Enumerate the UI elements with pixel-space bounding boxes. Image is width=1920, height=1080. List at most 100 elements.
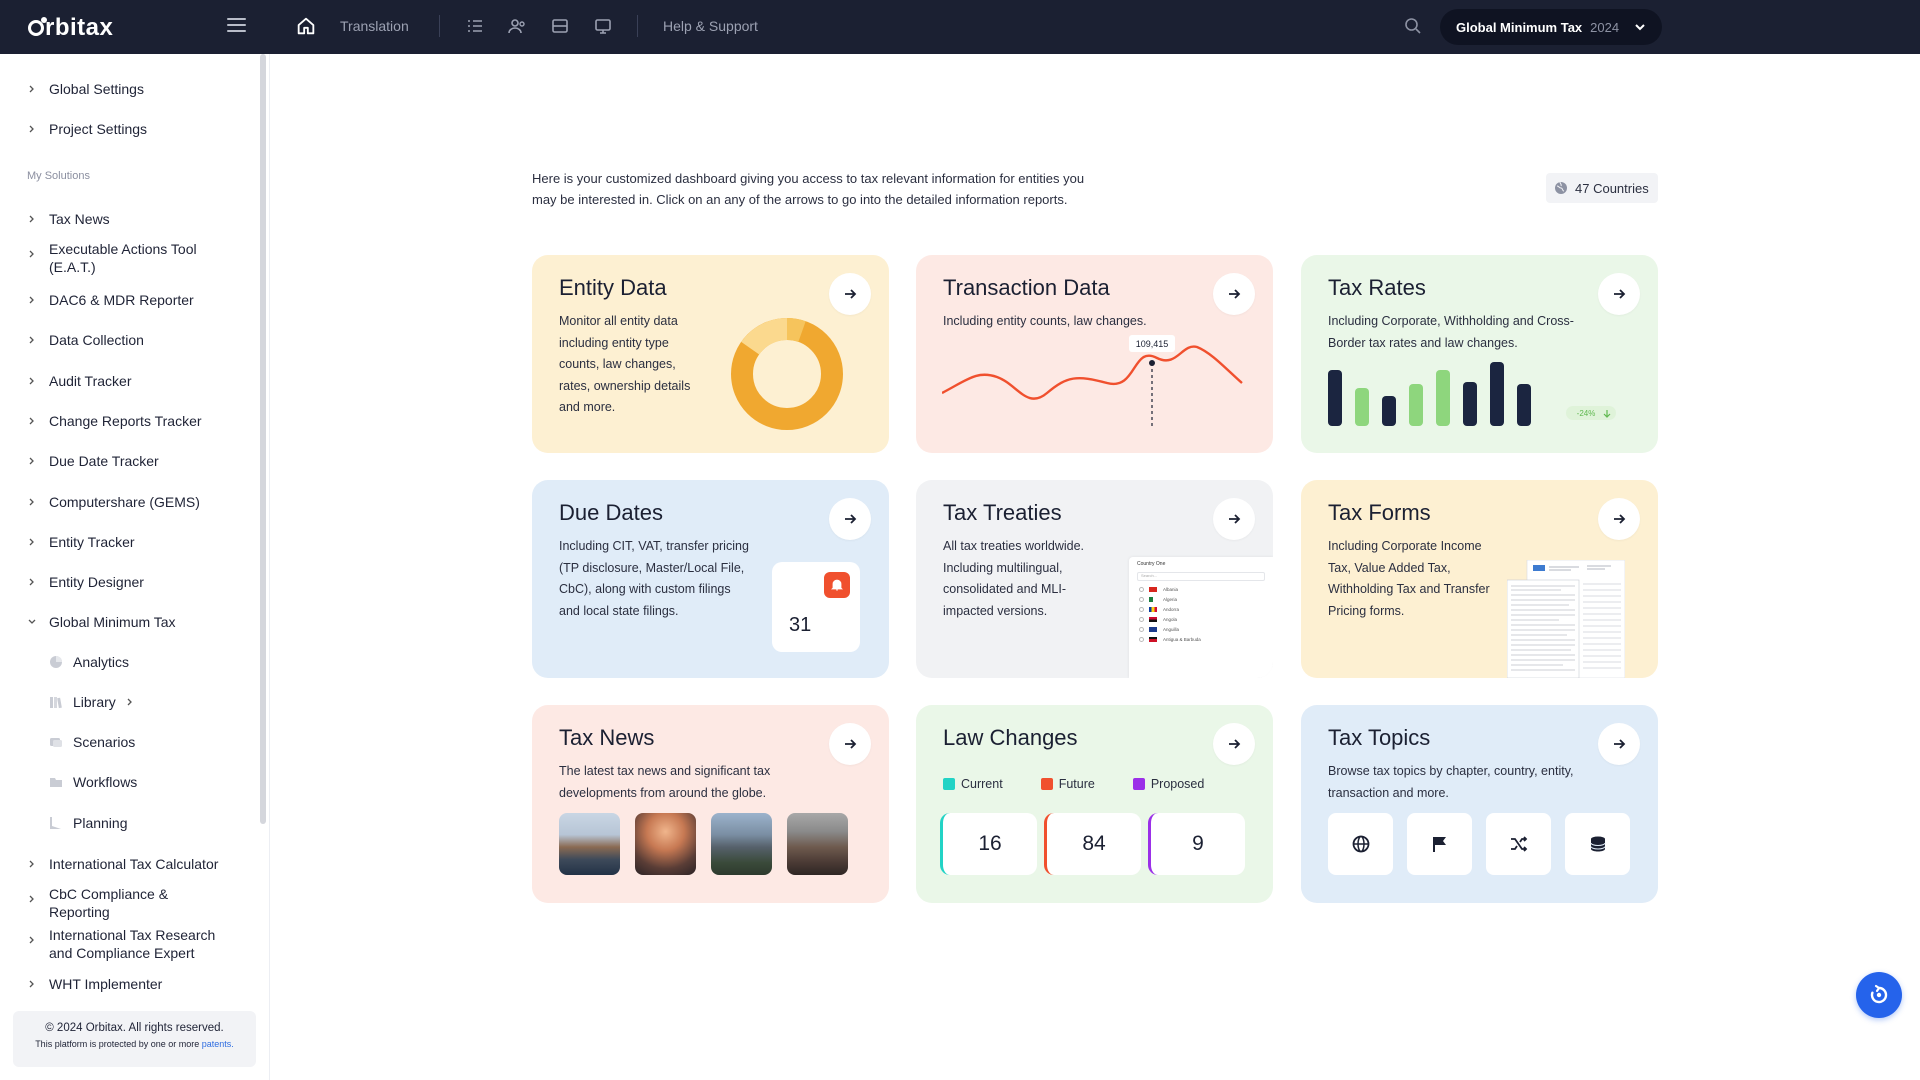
nav-translation[interactable]: Translation <box>340 18 409 34</box>
sidebar-subitem-workflows[interactable]: Workflows <box>49 774 137 790</box>
calendar-widget: 31 <box>772 562 860 652</box>
sidebar-scrollbar[interactable] <box>260 54 266 824</box>
sidebar-item-eat[interactable]: Executable Actions Tool (E.A.T.) <box>28 240 228 276</box>
arrow-right-button[interactable] <box>829 723 871 765</box>
globe-icon <box>1555 181 1567 194</box>
nav-help-support[interactable]: Help & Support <box>663 18 758 34</box>
arrow-right-button[interactable] <box>1598 723 1640 765</box>
chevron-down-icon <box>1635 24 1645 31</box>
patent-notice: This platform is protected by one or mor… <box>35 1039 200 1049</box>
sidebar-item-label: Global Settings <box>49 81 144 97</box>
bell-icon <box>831 579 843 591</box>
chevron-right-icon <box>29 336 34 344</box>
sidebar-subitem-planning[interactable]: Planning <box>49 815 128 831</box>
marker-point <box>1149 360 1155 366</box>
arrow-right-button[interactable] <box>1598 273 1640 315</box>
preview-header: Country One <box>1137 561 1166 567</box>
sidebar-item-audit-tracker[interactable]: Audit Tracker <box>28 372 248 390</box>
orbitax-logo[interactable]: rbitax <box>28 14 113 42</box>
card-transaction-data[interactable]: Transaction Data Including entity counts… <box>916 255 1273 453</box>
scenarios-icon <box>50 738 62 747</box>
legend-label: Proposed <box>1150 777 1205 791</box>
card-tax-treaties[interactable]: Tax Treaties All tax treaties worldwide.… <box>916 480 1273 678</box>
arrow-right-button[interactable] <box>1213 273 1255 315</box>
card-entity-data[interactable]: Entity Data Monitor all entity data incl… <box>532 255 889 453</box>
news-photo[interactable] <box>787 813 848 875</box>
sidebar-item-global-minimum-tax[interactable]: Global Minimum Tax <box>28 613 248 631</box>
sidebar-item-computershare[interactable]: Computershare (GEMS) <box>28 493 248 511</box>
preview-row: Angola <box>1129 614 1273 624</box>
sidebar-item-label: Due Date Tracker <box>49 453 159 469</box>
sidebar-item-entity-tracker[interactable]: Entity Tracker <box>28 533 248 551</box>
calendar-day: 31 <box>789 614 812 636</box>
topic-entity-button[interactable] <box>1565 813 1630 875</box>
treaty-preview: Country One Search... Albania Algeria An… <box>1129 557 1273 678</box>
sidebar-item-tax-news[interactable]: Tax News <box>28 210 248 228</box>
sidebar-item-change-reports[interactable]: Change Reports Tracker <box>28 412 248 430</box>
legend-future: Future <box>1040 777 1095 791</box>
logo-mark-icon <box>28 17 47 36</box>
menu-toggle-icon[interactable] <box>227 18 246 32</box>
sidebar-item-intl-tax-research[interactable]: International Tax Research and Complianc… <box>28 926 238 962</box>
preview-row: Anguilla <box>1129 624 1273 634</box>
chevron-right-icon <box>29 578 34 586</box>
topic-transaction-button[interactable] <box>1486 813 1551 875</box>
assistant-button[interactable] <box>1856 972 1902 1018</box>
sidebar-item-label: Data Collection <box>49 332 144 348</box>
sidebar-subitem-library[interactable]: Library <box>49 694 134 710</box>
card-title: Tax Rates <box>1328 275 1426 300</box>
sidebar-item-cbc-compliance[interactable]: CbC Compliance & Reporting <box>28 885 218 921</box>
arrow-right-button[interactable] <box>1213 723 1255 765</box>
sidebar-subitem-analytics[interactable]: Analytics <box>49 654 129 670</box>
patents-link[interactable]: patents. <box>202 1039 234 1049</box>
news-photo[interactable] <box>635 813 696 875</box>
news-photo[interactable] <box>559 813 620 875</box>
card-tax-rates[interactable]: Tax Rates Including Corporate, Withholdi… <box>1301 255 1658 453</box>
arrow-right-button[interactable] <box>829 273 871 315</box>
sidebar-subitem-scenarios[interactable]: Scenarios <box>49 734 135 750</box>
card-due-dates[interactable]: Due Dates Including CIT, VAT, transfer p… <box>532 480 889 678</box>
news-photo[interactable] <box>711 813 772 875</box>
solution-year: 2024 <box>1590 19 1620 35</box>
logo-text: rbitax <box>45 14 114 41</box>
topic-country-button[interactable] <box>1328 813 1393 875</box>
search-icon[interactable] <box>1403 16 1423 36</box>
chevron-right-icon <box>29 538 34 546</box>
sidebar-item-dac6[interactable]: DAC6 & MDR Reporter <box>28 291 248 309</box>
card-law-changes[interactable]: Law Changes Current Future Proposed 16 8… <box>916 705 1273 903</box>
sidebar-item-intl-tax-calculator[interactable]: International Tax Calculator <box>28 855 248 873</box>
arrow-right-button[interactable] <box>829 498 871 540</box>
solution-selector[interactable]: Global Minimum Tax 2024 <box>1440 9 1662 45</box>
sidebar-item-global-settings[interactable]: Global Settings <box>28 80 248 98</box>
arrow-right-button[interactable] <box>1213 498 1255 540</box>
card-tax-forms[interactable]: Tax Forms Including Corporate Income Tax… <box>1301 480 1658 678</box>
sidebar-item-label: WHT Implementer <box>49 976 163 992</box>
home-icon[interactable] <box>295 15 317 37</box>
flag-icon <box>1149 606 1157 612</box>
sidebar-item-label: Entity Tracker <box>49 534 135 550</box>
sidebar-section-label: My Solutions <box>27 170 90 182</box>
arrow-right-button[interactable] <box>1598 498 1640 540</box>
future-count: 84 <box>1044 813 1141 875</box>
layout-icon[interactable] <box>550 16 570 36</box>
sidebar-item-project-settings[interactable]: Project Settings <box>28 120 248 138</box>
sidebar-item-wht-implementer[interactable]: WHT Implementer <box>28 975 248 993</box>
card-tax-topics[interactable]: Tax Topics Browse tax topics by chapter,… <box>1301 705 1658 903</box>
chevron-right-icon <box>29 417 34 425</box>
sidebar-item-data-collection[interactable]: Data Collection <box>28 331 248 349</box>
countries-badge[interactable]: 47 Countries <box>1546 173 1658 203</box>
sidebar-item-entity-designer[interactable]: Entity Designer <box>28 573 248 591</box>
country-name: Andorra <box>1163 606 1180 612</box>
planning-icon <box>50 817 61 829</box>
checklist-icon[interactable] <box>465 16 485 36</box>
topic-chapter-button[interactable] <box>1407 813 1472 875</box>
folder-icon <box>50 778 62 787</box>
legend-proposed: Proposed <box>1132 777 1205 791</box>
users-icon[interactable] <box>507 16 527 36</box>
card-tax-news[interactable]: Tax News The latest tax news and signifi… <box>532 705 889 903</box>
monitor-icon[interactable] <box>593 16 613 36</box>
sidebar-item-due-date-tracker[interactable]: Due Date Tracker <box>28 452 248 470</box>
chevron-right-icon <box>29 85 34 93</box>
nav-separator <box>637 15 638 37</box>
flag-icon <box>1149 586 1157 592</box>
